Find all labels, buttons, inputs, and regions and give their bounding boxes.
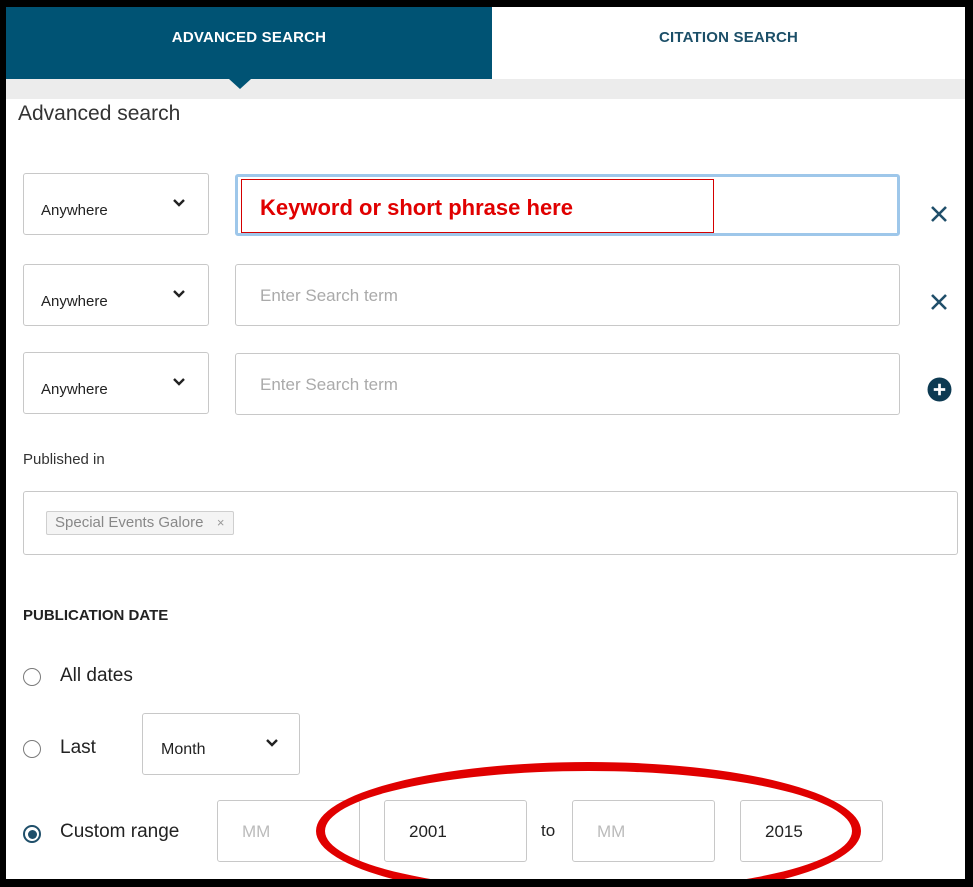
last-label: Last [60,737,96,758]
tab-citation-search[interactable]: CITATION SEARCH [492,7,965,79]
field-select-1[interactable]: Anywhere [23,173,209,235]
add-circle-icon[interactable] [927,377,952,402]
close-icon[interactable] [928,203,950,225]
radio-all-dates[interactable] [23,668,41,686]
advanced-search-panel: ADVANCED SEARCH CITATION SEARCH Advanced… [6,7,965,879]
chevron-down-icon [173,199,185,207]
chevron-down-icon [173,378,185,386]
radio-custom-range[interactable] [23,825,41,843]
from-month-placeholder: MM [242,822,271,841]
published-in-label: Published in [23,451,105,468]
search-term-input-3[interactable]: Enter Search term [235,353,900,415]
chip-remove-icon[interactable]: × [217,512,225,534]
search-term-input-1[interactable]: Keyword or short phrase here [235,174,900,236]
search-term-input-2[interactable]: Enter Search term [235,264,900,326]
chevron-down-icon [173,290,185,298]
tab-divider-strip [6,79,965,99]
radio-last[interactable] [23,740,41,758]
all-dates-label: All dates [60,665,133,686]
field-select-2[interactable]: Anywhere [23,264,209,326]
publication-date-heading: PUBLICATION DATE [23,607,169,624]
published-in-input[interactable]: Special Events Galore × [23,491,958,555]
publication-chip: Special Events Galore × [46,511,235,535]
field-select-label: Anywhere [41,202,108,219]
search-term-placeholder: Enter Search term [260,286,398,305]
search-term-placeholder: Enter Search term [260,375,398,394]
keyword-annotation: Keyword or short phrase here [241,179,714,233]
last-period-value: Month [161,741,206,758]
tab-advanced-search[interactable]: ADVANCED SEARCH [6,7,492,79]
active-tab-pointer [229,79,251,89]
field-select-label: Anywhere [41,293,108,310]
publication-chip-label: Special Events Galore [55,514,204,531]
close-icon[interactable] [928,291,950,313]
field-select-3[interactable]: Anywhere [23,352,209,414]
field-select-label: Anywhere [41,381,108,398]
page-title: Advanced search [18,102,181,125]
search-tabs: ADVANCED SEARCH CITATION SEARCH [6,7,965,79]
custom-range-label: Custom range [60,821,180,842]
annotation-ellipse [316,762,861,879]
chevron-down-icon [266,739,278,747]
last-period-select[interactable]: Month [142,713,300,775]
